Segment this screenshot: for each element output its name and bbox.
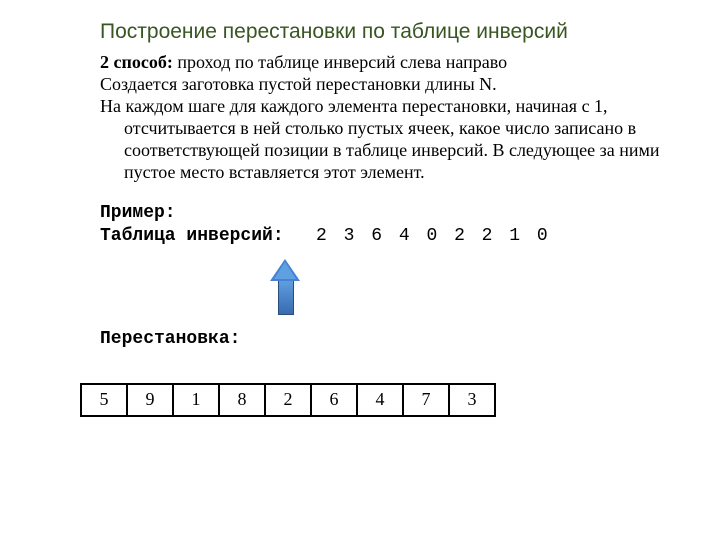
perm-cell: 5 [80,383,128,417]
up-arrow-icon [270,259,680,319]
perm-cell: 2 [264,383,312,417]
method-lead: 2 способ: [100,52,173,72]
paragraph-1: Создается заготовка пустой перестановки … [100,74,497,94]
perm-cell: 7 [402,383,450,417]
perm-cell: 3 [448,383,496,417]
body-text: 2 способ: проход по таблице инверсий сле… [100,52,680,184]
example-label: Пример: [100,203,176,223]
permutation-row: 5 9 1 8 2 6 4 7 3 [80,383,680,417]
perm-cell: 4 [356,383,404,417]
inversion-table-values: 2 3 6 4 0 2 2 1 0 [316,226,551,246]
permutation-label: Перестановка: [100,329,680,349]
slide-title: Построение перестановки по таблице инвер… [100,20,680,44]
perm-cell: 1 [172,383,220,417]
paragraph-2: На каждом шаге для каждого элемента пере… [100,96,680,184]
method-tail: проход по таблице инверсий слева направо [173,52,507,72]
perm-cell: 6 [310,383,358,417]
perm-cell: 9 [126,383,174,417]
inversion-table-label: Таблица инверсий: [100,226,284,246]
example-block: Пример: Таблица инверсий: 2 3 6 4 0 2 2 … [100,202,680,249]
perm-cell: 8 [218,383,266,417]
